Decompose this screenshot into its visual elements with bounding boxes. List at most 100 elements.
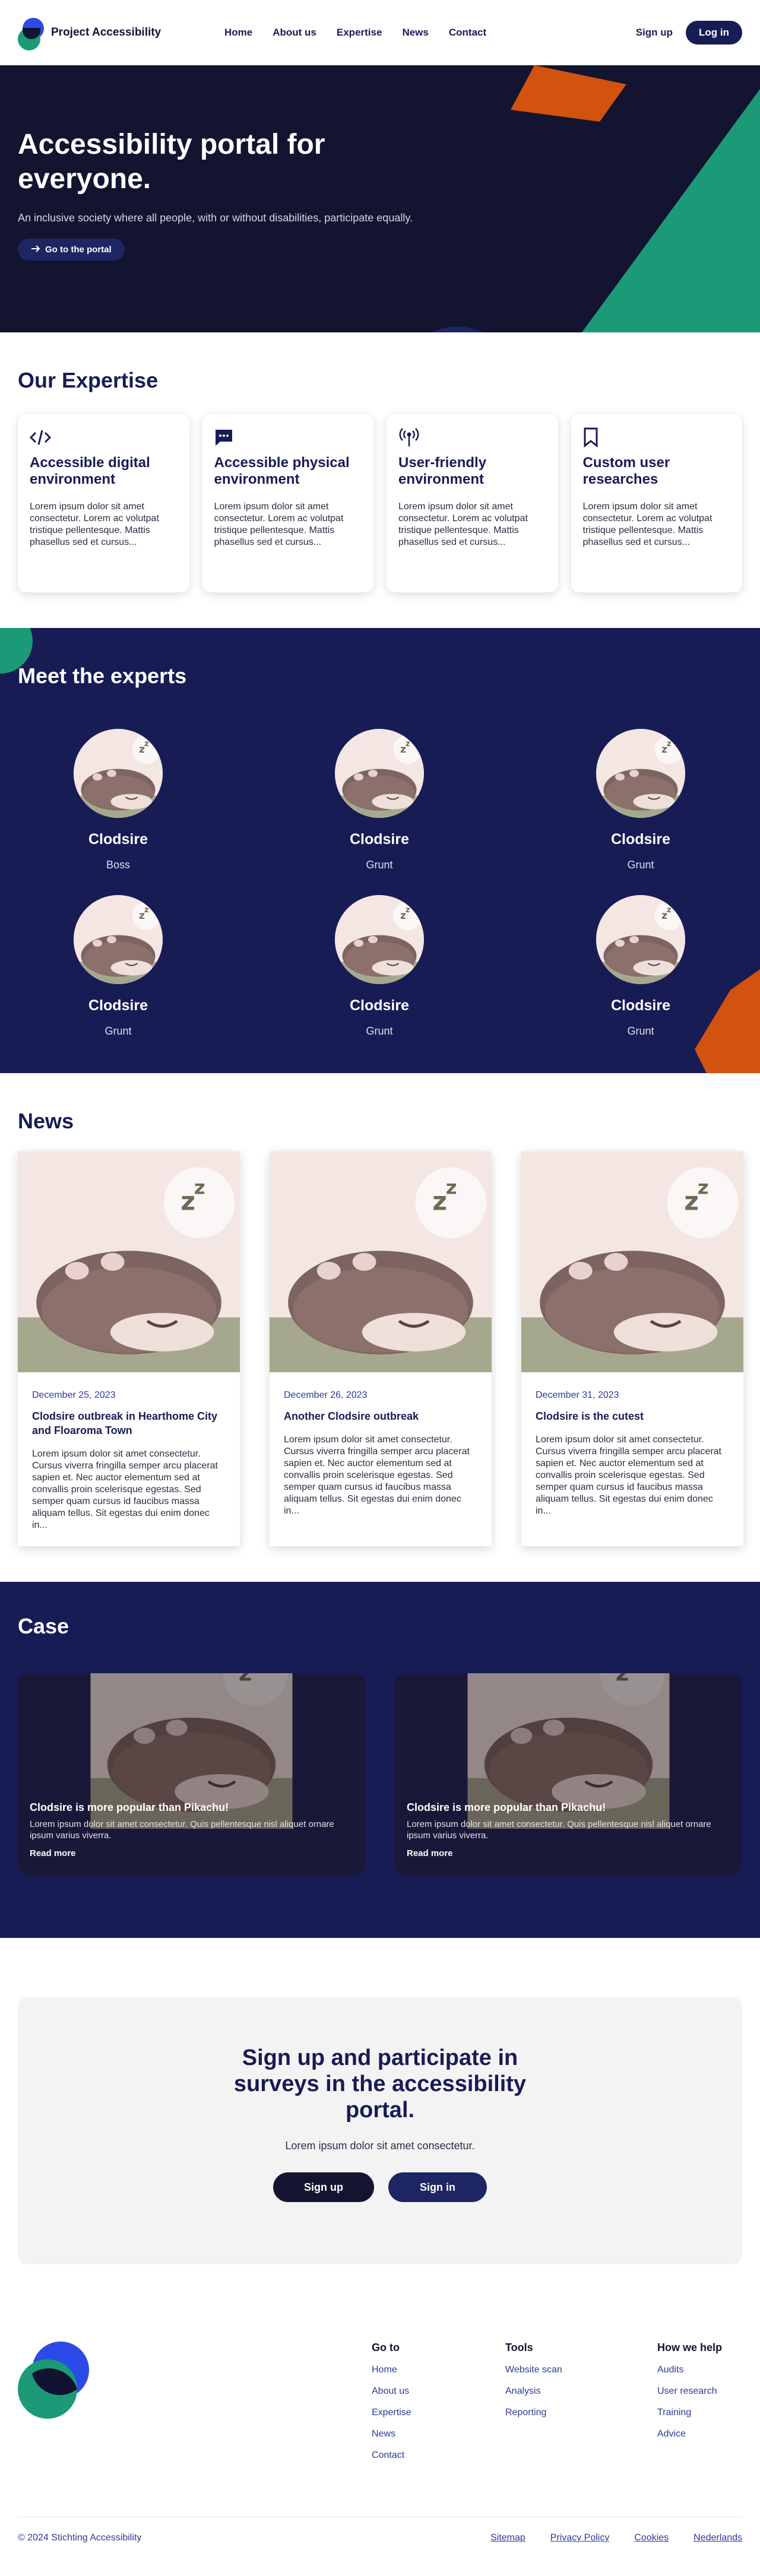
main-nav: Home About us Expertise News Contact: [224, 27, 486, 39]
nav-contact[interactable]: Contact: [449, 27, 486, 39]
privacy-link[interactable]: Privacy Policy: [550, 2533, 610, 2543]
expert-name: Clodsire: [88, 997, 148, 1014]
footer-col-title: Tools: [505, 2342, 533, 2353]
hero-subtitle: An inclusive society where all people, w…: [18, 212, 413, 224]
code-icon: [30, 426, 178, 449]
hero-content: Accessibility portal for everyone. An in…: [18, 128, 445, 261]
read-more-link[interactable]: Read more: [407, 1848, 727, 1858]
signup-text: Lorem ipsum dolor sit amet consectetur.: [285, 2140, 475, 2152]
site-header: Project Accessibility Home About us Expe…: [0, 0, 760, 65]
footer-columns: Go to Home About us Expertise News Conta…: [372, 2342, 722, 2461]
expertise-card-title: Accessible physical environment: [214, 455, 350, 487]
news-card-text: Lorem ipsum dolor sit amet consectetur. …: [284, 1435, 470, 1516]
expertise-card[interactable]: Accessible digital environment Lorem ips…: [18, 414, 189, 592]
nav-news[interactable]: News: [402, 27, 428, 39]
case-card[interactable]: Clodsire is more popular than Pikachu! L…: [395, 1673, 742, 1875]
signin-button[interactable]: Sign in: [388, 2172, 487, 2202]
footer-link[interactable]: Contact: [372, 2450, 505, 2461]
footer-link[interactable]: About us: [372, 2386, 505, 2397]
news-card-title: Clodsire outbreak in Hearthome City and …: [32, 1410, 218, 1436]
cookies-link[interactable]: Cookies: [634, 2533, 669, 2543]
read-more-link[interactable]: Read more: [30, 1848, 350, 1858]
logo-text: Project Accessibility: [51, 26, 162, 39]
expert-role: Boss: [106, 859, 131, 871]
expertise-card-text: Lorem ipsum dolor sit amet consectetur. …: [398, 502, 528, 547]
expertise-section: Our Expertise Accessible digital environ…: [0, 332, 760, 628]
portal-button[interactable]: Go to the portal: [18, 239, 125, 261]
news-card[interactable]: December 25, 2023 Clodsire outbreak in H…: [18, 1151, 240, 1546]
expert-avatar: [74, 895, 163, 984]
broadcast-icon: [398, 426, 546, 449]
expertise-card-text: Lorem ipsum dolor sit amet consectetur. …: [30, 502, 159, 547]
expertise-title: Our Expertise: [18, 368, 159, 392]
expert-role: Grunt: [627, 1025, 654, 1037]
experts-section: Meet the experts Clodsire Boss Clodsire …: [0, 628, 760, 1073]
header-actions: Sign up Log in: [636, 21, 742, 45]
expertise-cards: Accessible digital environment Lorem ips…: [18, 414, 742, 592]
footer-link[interactable]: Audits: [657, 2365, 722, 2375]
footer-link[interactable]: Training: [657, 2407, 722, 2418]
expert-name: Clodsire: [349, 831, 410, 848]
footer-link[interactable]: Home: [372, 2365, 505, 2375]
footer-bottom: © 2024 Stichting Accessibility Sitemap P…: [18, 2517, 742, 2543]
expert-avatar: [335, 895, 424, 984]
expert-avatar: [596, 729, 685, 818]
expertise-card-title: Custom user researches: [582, 455, 670, 487]
news-section: News December 25, 2023 Clodsire outbreak…: [0, 1073, 760, 1582]
language-link[interactable]: Nederlands: [694, 2533, 742, 2543]
expert-name: Clodsire: [88, 831, 148, 848]
footer-link[interactable]: News: [372, 2429, 505, 2439]
footer-link[interactable]: Expertise: [372, 2407, 505, 2418]
footer-link[interactable]: Analysis: [505, 2386, 657, 2397]
footer-col-title: Go to: [372, 2342, 400, 2353]
news-card-title: Clodsire is the cutest: [536, 1410, 644, 1422]
expertise-card[interactable]: User-friendly environment Lorem ipsum do…: [387, 414, 558, 592]
login-button[interactable]: Log in: [686, 21, 742, 45]
nav-about[interactable]: About us: [273, 27, 316, 39]
news-card-text: Lorem ipsum dolor sit amet consectetur. …: [32, 1449, 218, 1530]
expert-role: Grunt: [366, 1025, 393, 1037]
case-cards: Clodsire is more popular than Pikachu! L…: [18, 1673, 742, 1875]
news-card-title: Another Clodsire outbreak: [284, 1410, 419, 1422]
footer-col-title: How we help: [657, 2342, 723, 2353]
signup-link[interactable]: Sign up: [636, 27, 673, 39]
navy-circle-shape: [431, 326, 483, 332]
expert-card: Clodsire Boss: [47, 729, 189, 871]
footer-logo-icon: [18, 2342, 89, 2419]
case-card-text: Lorem ipsum dolor sit amet consectetur. …: [30, 1819, 334, 1841]
news-title: News: [18, 1109, 74, 1133]
case-card[interactable]: Clodsire is more popular than Pikachu! L…: [18, 1673, 365, 1875]
news-image: [18, 1151, 240, 1372]
news-card[interactable]: December 31, 2023 Clodsire is the cutest…: [521, 1151, 743, 1546]
signup-title: Sign up and participate in surveys in th…: [233, 2045, 527, 2123]
signup-button[interactable]: Sign up: [273, 2172, 374, 2202]
hero-title: Accessibility portal for everyone.: [18, 129, 325, 195]
experts-title: Meet the experts: [18, 664, 187, 688]
expertise-card-text: Lorem ipsum dolor sit amet consectetur. …: [214, 502, 344, 547]
footer-col-help: How we help Audits User research Trainin…: [657, 2342, 722, 2461]
footer-link[interactable]: Advice: [657, 2429, 722, 2439]
news-cards: December 25, 2023 Clodsire outbreak in H…: [18, 1151, 743, 1546]
expert-card: Clodsire Grunt: [47, 895, 189, 1038]
site-footer: Go to Home About us Expertise News Conta…: [0, 2324, 760, 2576]
logo-link[interactable]: Project Accessibility: [18, 15, 196, 50]
expert-card: Clodsire Grunt: [569, 729, 712, 871]
expertise-card[interactable]: Accessible physical environment Lorem ip…: [202, 414, 373, 592]
nav-expertise[interactable]: Expertise: [337, 27, 382, 39]
sitemap-link[interactable]: Sitemap: [490, 2533, 525, 2543]
case-section: Case Clodsire is more popular than Pikac…: [0, 1582, 760, 1938]
expertise-card[interactable]: Custom user researches Lorem ipsum dolor…: [571, 414, 742, 592]
expert-avatar: [596, 895, 685, 984]
nav-home[interactable]: Home: [224, 27, 252, 39]
footer-link[interactable]: Website scan: [505, 2365, 657, 2375]
bookmark-icon: [583, 426, 731, 449]
portal-button-label: Go to the portal: [45, 245, 112, 255]
news-card[interactable]: December 26, 2023 Another Clodsire outbr…: [270, 1151, 492, 1546]
case-title: Case: [18, 1614, 69, 1638]
legal-links: Sitemap Privacy Policy Cookies Nederland…: [490, 2533, 742, 2543]
footer-link[interactable]: Reporting: [505, 2407, 657, 2418]
expert-card: Clodsire Grunt: [569, 895, 712, 1038]
signup-box: Sign up and participate in surveys in th…: [18, 1997, 742, 2264]
logo-mark-icon: [18, 15, 45, 50]
footer-link[interactable]: User research: [657, 2386, 722, 2397]
